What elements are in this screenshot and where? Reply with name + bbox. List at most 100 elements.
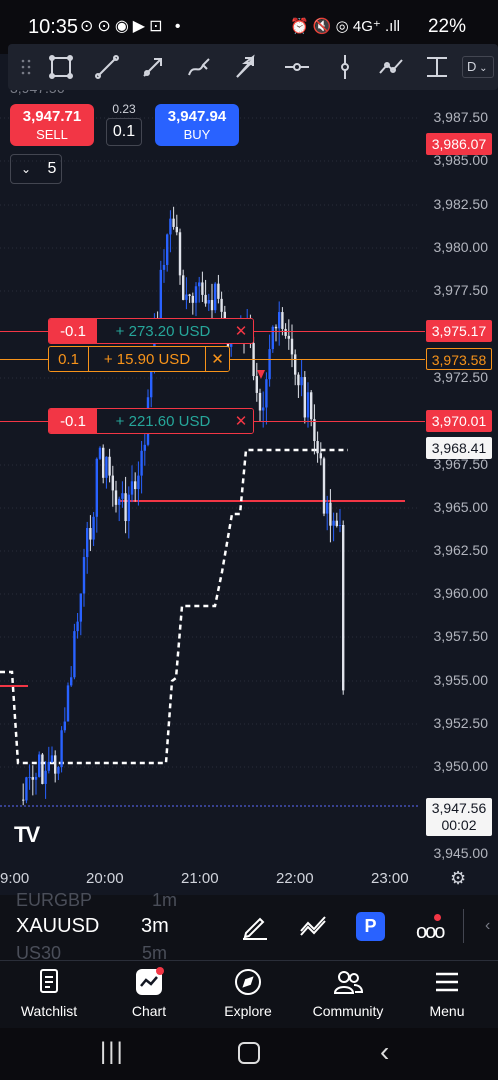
chart-canvas[interactable] — [0, 90, 498, 895]
home-icon[interactable] — [238, 1042, 260, 1064]
candle-body — [143, 444, 146, 451]
time-axis-label: 21:00 — [181, 870, 219, 887]
buy-price: 3,947.94 — [167, 108, 227, 125]
candle-body — [319, 453, 322, 459]
prev-symbol[interactable]: EURGBP — [16, 890, 92, 911]
nav-watchlist[interactable]: Watchlist — [4, 967, 94, 1019]
candle-body — [185, 294, 188, 300]
trend-line-icon[interactable] — [90, 50, 124, 84]
candle-body — [47, 762, 50, 771]
nav-explore[interactable]: Explore — [203, 967, 293, 1019]
nav-label: Explore — [224, 1003, 272, 1019]
candle-body — [338, 525, 342, 527]
order-box[interactable]: -0.1 + 221.60 USD ✕ — [48, 408, 254, 434]
timeframe-selector[interactable]: 3m — [141, 915, 169, 938]
indicators-icon[interactable] — [298, 911, 328, 946]
last-price: 3,947.56 — [431, 800, 487, 816]
timeframe-dropdown[interactable]: D ⌄ — [462, 56, 494, 78]
price-chart[interactable] — [0, 90, 498, 895]
candle-body — [274, 326, 278, 329]
buy-button[interactable]: 3,947.94 BUY — [155, 104, 239, 146]
time-axis-label: 22:00 — [276, 870, 314, 887]
position-pnl: + 15.90 USD — [89, 347, 205, 371]
vertical-line-icon[interactable] — [328, 50, 362, 84]
orders-count: 5 — [47, 160, 57, 177]
order-qty[interactable]: -0.1 — [49, 409, 97, 433]
candle-body — [63, 721, 66, 731]
candle-body — [316, 441, 319, 454]
candle-body — [265, 379, 268, 408]
candle-body — [76, 621, 79, 632]
broker-logo-icon[interactable]: P — [356, 912, 385, 941]
candle-body — [268, 349, 271, 380]
order-box[interactable]: -0.1 + 273.20 USD ✕ — [48, 318, 254, 344]
price-axis-label: 3,982.50 — [433, 196, 489, 212]
battery-level: 22% — [427, 16, 466, 37]
quantity-input[interactable]: 0.1 — [106, 118, 142, 146]
candle-body — [22, 799, 25, 801]
drag-handle-icon[interactable] — [10, 50, 44, 84]
candle-body — [284, 328, 287, 336]
candle-body — [95, 458, 98, 517]
buy-label: BUY — [183, 127, 211, 142]
arrow-line-icon[interactable] — [136, 50, 170, 84]
candle-body — [79, 593, 82, 622]
order-pnl: + 273.20 USD — [97, 319, 229, 343]
indicator-step-line — [0, 448, 348, 765]
candle-body — [335, 520, 338, 526]
back-icon[interactable]: ‹ — [380, 1036, 389, 1068]
sell-price: 3,947.71 — [22, 108, 82, 125]
candle-body — [127, 494, 130, 522]
nav-menu[interactable]: Menu — [402, 967, 492, 1019]
close-icon[interactable]: ✕ — [229, 319, 253, 343]
candle-body — [194, 286, 198, 303]
fib-retracement-icon[interactable] — [420, 50, 454, 84]
recent-apps-icon[interactable]: ||| — [100, 1038, 125, 1066]
tradingview-logo[interactable]: TV — [14, 822, 40, 848]
order-qty[interactable]: -0.1 — [49, 319, 97, 343]
brush-icon[interactable] — [182, 50, 216, 84]
path-icon[interactable] — [374, 50, 408, 84]
nav-community[interactable]: Community — [303, 967, 393, 1019]
arrow-icon[interactable] — [228, 50, 262, 84]
price-tag-position: 3,973.58 — [426, 348, 492, 370]
sell-button[interactable]: 3,947.71 SELL — [10, 104, 94, 146]
status-time: 10:35 — [28, 16, 79, 38]
candle-body — [290, 338, 294, 355]
candle-body — [57, 767, 60, 774]
bar-countdown: 00:02 — [441, 817, 477, 833]
orders-collapse-toggle[interactable]: ⌄ 5 — [10, 154, 62, 184]
candle-body — [294, 354, 297, 375]
more-options-icon[interactable]: ooo — [416, 921, 445, 944]
close-icon[interactable]: ✕ — [205, 347, 229, 371]
candle-body — [82, 557, 86, 594]
position-box[interactable]: 0.1 + 15.90 USD ✕ — [48, 346, 230, 372]
order-pnl: + 221.60 USD — [97, 409, 229, 433]
rectangle-icon[interactable] — [44, 50, 78, 84]
candle-body — [111, 475, 114, 491]
candle-body — [38, 754, 41, 777]
horizontal-line-icon[interactable] — [280, 50, 314, 84]
price-axis-label: 3,980.00 — [433, 239, 489, 255]
nav-chart[interactable]: Chart — [104, 967, 194, 1019]
candle-body — [287, 335, 290, 339]
divider — [463, 909, 464, 943]
bottom-navigation: Watchlist Chart Explore Community Menu — [0, 960, 498, 1028]
chart-settings-gear-icon[interactable]: ⚙ — [450, 868, 466, 889]
position-qty[interactable]: 0.1 — [49, 347, 89, 371]
notification-dot — [434, 914, 441, 921]
candle-body — [31, 777, 34, 780]
drawing-tool-pen-icon[interactable] — [240, 911, 270, 946]
candle-body — [329, 502, 332, 526]
nav-label: Watchlist — [20, 1003, 78, 1019]
close-icon[interactable]: ✕ — [229, 409, 253, 433]
candle-body — [182, 275, 185, 300]
price-axis-label: 3,972.50 — [433, 369, 489, 385]
prev-timeframe[interactable]: 1m — [152, 890, 177, 911]
candle-body — [303, 377, 306, 418]
candle-body — [217, 283, 220, 299]
candle-body — [188, 294, 191, 296]
chevron-left-icon[interactable]: ‹ — [485, 917, 490, 935]
candle-body — [137, 475, 140, 490]
symbol-selector[interactable]: XAUUSD — [16, 915, 99, 938]
